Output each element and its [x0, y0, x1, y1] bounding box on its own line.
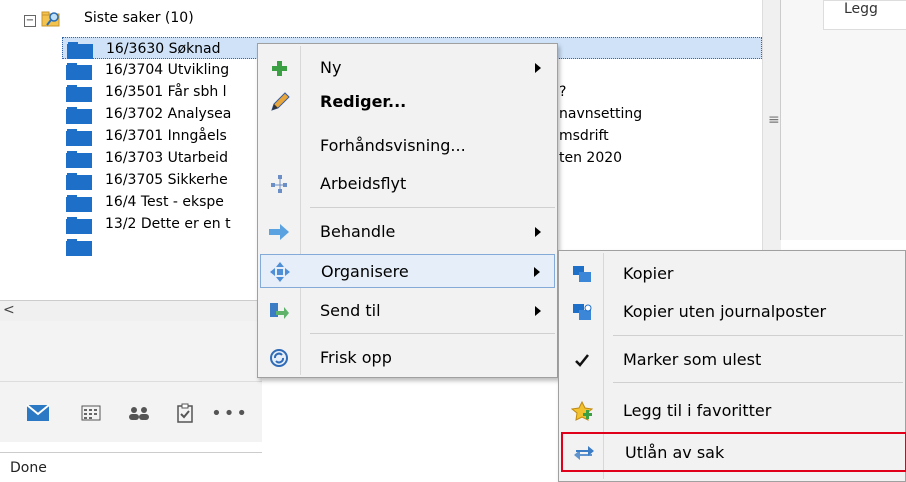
menu-item-organisere[interactable]: Organisere: [260, 254, 555, 288]
menu-separator: [310, 207, 555, 208]
menu-separator: [613, 335, 903, 336]
menu-item-send-til[interactable]: Send til: [260, 294, 555, 328]
tree-row-label-tail: navnsetting: [559, 106, 643, 122]
horizontal-scrollbar[interactable]: <: [0, 300, 262, 322]
menu-item-label: Behandle: [320, 222, 396, 241]
tree-row-label-tail: msdrift: [559, 128, 609, 144]
tree-row-label: 13/2 Dette er en t: [105, 216, 231, 232]
right-panel: Legg: [780, 0, 906, 240]
checkmark-icon: [575, 354, 589, 367]
menu-item-kopier[interactable]: Kopier: [561, 257, 903, 291]
copy-without-icon: [573, 304, 592, 320]
menu-item-label: Kopier uten journalposter: [623, 302, 827, 321]
tree-row-label: 16/3703 Utarbeid: [105, 150, 228, 166]
tree-row-label: 16/4 Test - ekspe: [105, 194, 224, 210]
refresh-icon: [270, 349, 288, 367]
menu-item-behandle[interactable]: Behandle: [260, 215, 555, 249]
menu-item-utlan-av-sak[interactable]: Utlån av sak: [561, 432, 906, 472]
folder-icon: [66, 129, 92, 146]
submenu-arrow-icon: [535, 227, 541, 237]
folder-icon: [66, 239, 92, 256]
menu-item-label: Send til: [320, 301, 381, 320]
menu-item-label: Ny: [320, 58, 342, 77]
menu-item-marker-som-ulest[interactable]: Marker som ulest: [561, 343, 903, 377]
tree-root-label[interactable]: Siste saker (10): [84, 10, 194, 26]
more-icon[interactable]: •••: [211, 398, 248, 428]
contacts-icon[interactable]: [124, 398, 154, 428]
status-text: Done: [10, 460, 47, 476]
tree-row-label: 16/3501 Får sbh l: [105, 84, 227, 100]
menu-item-ny[interactable]: Ny: [260, 51, 555, 85]
menu-item-label: Legg til i favoritter: [623, 401, 772, 420]
submenu-arrow-icon: [535, 306, 541, 316]
legg-button[interactable]: Legg: [823, 0, 906, 30]
tree-row-label-tail: ?: [559, 84, 567, 100]
folder-icon: [66, 217, 92, 234]
legg-button-label: Legg: [844, 1, 878, 17]
folder-icon: [66, 63, 92, 80]
pencil-icon: [271, 92, 290, 111]
send-to-icon: [270, 303, 289, 319]
exchange-arrows-icon: [574, 446, 594, 460]
scroll-grip-icon[interactable]: ≡: [768, 112, 780, 128]
menu-item-kopier-uten-journalposter[interactable]: Kopier uten journalposter: [561, 295, 903, 329]
menu-item-label: Organisere: [321, 262, 409, 281]
menu-item-legg-til-i-favoritter[interactable]: Legg til i favoritter: [561, 394, 903, 428]
folder-icon: [66, 107, 92, 124]
menu-item-label: Marker som ulest: [623, 350, 762, 369]
folder-icon: [66, 151, 92, 168]
tree-row-label: 16/3704 Utvikling: [105, 62, 230, 78]
menu-item-label: Frisk opp: [320, 348, 392, 367]
tree-row-label-tail: ten 2020: [559, 150, 623, 166]
workflow-icon: [271, 175, 287, 193]
submenu-arrow-icon: [535, 63, 541, 73]
menu-item-arbeidsflyt[interactable]: Arbeidsflyt: [260, 167, 555, 201]
plus-icon: [272, 61, 287, 76]
folder-icon: [67, 42, 93, 59]
search-folder-icon: [41, 11, 60, 27]
menu-item-rediger[interactable]: Rediger...: [260, 85, 555, 119]
tree-row-label: 16/3701 Inngåels: [105, 128, 227, 144]
folder-icon: [66, 195, 92, 212]
menu-item-label: Forhåndsvisning...: [320, 136, 466, 155]
scroll-left-icon[interactable]: <: [3, 302, 15, 318]
tree-row-label: 16/3630 Søknad: [106, 41, 221, 57]
tree-row-label: 16/3702 Analysea: [105, 106, 232, 122]
tree-row-label: 16/3705 Sikkerhe: [105, 172, 228, 188]
folder-icon: [66, 85, 92, 102]
arrow-right-icon: [269, 224, 289, 240]
context-menu: Ny Rediger... Forhåndsvisning... Arbeids…: [257, 43, 558, 378]
status-bar: Done: [0, 452, 262, 481]
panel-spacer: [0, 321, 262, 381]
mail-icon[interactable]: [22, 398, 54, 428]
menu-separator: [310, 333, 555, 334]
menu-item-label: Utlån av sak: [625, 443, 725, 462]
favorite-star-icon: [571, 401, 593, 421]
tasks-icon[interactable]: [170, 398, 200, 428]
move-icon: [270, 262, 290, 282]
menu-item-label: Kopier: [623, 264, 674, 283]
folder-icon: [66, 173, 92, 190]
collapse-toggle[interactable]: −: [24, 15, 36, 27]
organize-submenu: Kopier Kopier uten journalposter Marker …: [558, 250, 906, 482]
menu-item-frisk-opp[interactable]: Frisk opp: [260, 341, 555, 375]
menu-item-forhandsvisning[interactable]: Forhåndsvisning...: [260, 129, 555, 163]
copy-icon: [573, 266, 591, 282]
menu-item-label: Rediger...: [320, 92, 407, 111]
submenu-arrow-icon: [534, 267, 540, 277]
navigation-bar: •••: [0, 381, 262, 442]
menu-separator: [613, 382, 903, 383]
calendar-icon[interactable]: [76, 398, 106, 428]
menu-item-label: Arbeidsflyt: [320, 174, 407, 193]
